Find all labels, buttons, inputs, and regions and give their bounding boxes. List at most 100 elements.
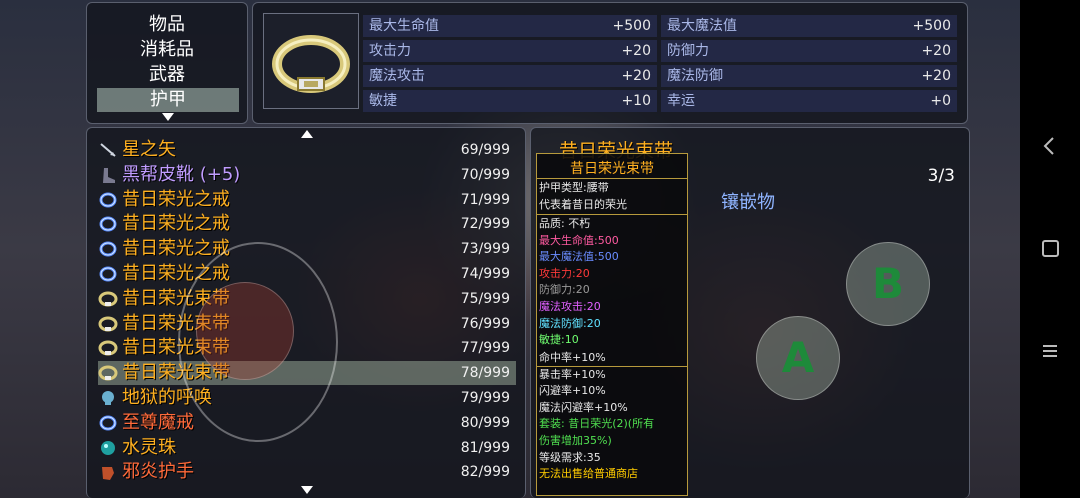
list-scroll-up-icon[interactable]	[301, 130, 313, 138]
item-count: 73/999	[460, 241, 510, 258]
item-count: 76/999	[460, 315, 510, 332]
orb-icon	[98, 439, 118, 457]
ring-icon	[98, 240, 118, 258]
b-button[interactable]: B	[846, 242, 930, 326]
ring-icon	[98, 265, 118, 283]
stat-row: 防御力 +20	[661, 40, 957, 62]
gauntlet-icon	[98, 463, 118, 481]
item-name: 昔日荣光之戒	[122, 213, 230, 235]
a-button-label: A	[781, 333, 815, 382]
tooltip-line: 命中率+10%	[539, 351, 606, 364]
stat-row: 幸运 +0	[661, 90, 957, 112]
stat-row: 最大生命值 +500	[363, 15, 657, 37]
tooltip-line: 套装: 昔日荣光(2)(所有	[539, 417, 655, 431]
stat-value: +500	[912, 18, 951, 34]
item-count: 82/999	[460, 464, 510, 481]
category-3[interactable]: 护甲	[97, 88, 239, 112]
item-name: 昔日荣光之戒	[122, 188, 230, 210]
tooltip-line: 最大魔法值:500	[539, 250, 619, 264]
tooltip-divider	[537, 214, 687, 215]
menu-icon[interactable]	[1042, 344, 1058, 358]
stat-name: 防御力	[667, 43, 709, 59]
category-2[interactable]: 武器	[87, 63, 247, 87]
tooltip-line: 魔法闪避率+10%	[539, 400, 628, 414]
stat-name: 最大生命值	[369, 18, 439, 34]
ring-icon	[98, 215, 118, 233]
belt-icon	[98, 364, 118, 382]
category-0[interactable]: 物品	[87, 13, 247, 37]
tooltip-line: 暴击率+10%	[539, 367, 606, 381]
stat-name: 魔法攻击	[369, 68, 425, 84]
belt-icon	[98, 339, 118, 357]
belt-preview-icon	[272, 35, 350, 93]
item-count: 72/999	[460, 216, 510, 233]
item-preview-frame	[263, 13, 359, 109]
tooltip-line: 防御力:20	[539, 283, 590, 297]
stat-name: 幸运	[667, 93, 695, 109]
tooltip-line: 无法出售给普通商店	[539, 467, 638, 481]
stat-row: 攻击力 +20	[363, 40, 657, 62]
boot-icon	[98, 166, 118, 184]
tooltip-line: 等级需求:35	[539, 450, 601, 464]
ring-icon	[98, 191, 118, 209]
item-count: 71/999	[460, 191, 510, 208]
item-count: 79/999	[460, 390, 510, 406]
stat-value: +20	[621, 68, 651, 84]
item-tooltip: 昔日荣光束带 护甲类型:腰带代表着昔日的荣光 品质: 不朽最大生命值:500 最大…	[536, 153, 688, 496]
belt-icon	[98, 315, 118, 333]
item-count: 77/999	[460, 340, 510, 357]
stat-row: 魔法防御 +20	[661, 65, 957, 87]
joystick-knob[interactable]	[196, 282, 294, 380]
tooltip-line: 魔法攻击:20	[539, 300, 601, 313]
item-row[interactable]: 昔日荣光之戒 72/999	[98, 212, 516, 236]
tooltip-line: 护甲类型:腰带	[539, 181, 609, 194]
home-icon[interactable]	[1042, 240, 1059, 257]
system-nav-bar	[1020, 0, 1080, 498]
tooltip-line: 敏捷:10	[539, 333, 579, 347]
category-1[interactable]: 消耗品	[87, 38, 247, 62]
stat-value: +10	[621, 93, 651, 109]
belt-icon	[98, 290, 118, 308]
item-count: 75/999	[460, 290, 510, 307]
item-name: 至尊魔戒	[122, 411, 194, 433]
item-count: 80/999	[460, 414, 510, 431]
item-name: 水灵珠	[122, 436, 176, 458]
item-row[interactable]: 昔日荣光之戒 73/999	[98, 237, 516, 261]
item-row[interactable]: 星之矢 69/999	[98, 138, 516, 162]
stat-value: +500	[612, 18, 651, 34]
tooltip-line: 魔法防御:20	[539, 316, 601, 330]
tooltip-line: 代表着昔日的荣光	[539, 197, 627, 211]
category-scroll-down-icon[interactable]	[162, 113, 174, 121]
stat-name: 最大魔法值	[667, 18, 737, 34]
category-panel: 物品 消耗品 武器 护甲	[86, 2, 248, 124]
arrow-icon	[98, 141, 118, 159]
item-count: 70/999	[460, 166, 510, 183]
tooltip-line: 闪避率+10%	[539, 384, 606, 398]
stat-name: 敏捷	[369, 93, 397, 109]
a-button[interactable]: A	[756, 316, 840, 400]
tooltip-title: 昔日荣光束带	[570, 161, 654, 177]
stats-panel: 最大生命值 +500 最大魔法值 +500 攻击力 +20 防御力 +20 魔法攻击 +20 魔法防…	[252, 2, 968, 124]
item-row[interactable]: 邪炎护手 82/999	[98, 460, 516, 484]
tooltip-divider	[537, 178, 687, 179]
stat-row: 最大魔法值 +500	[661, 15, 957, 37]
item-count: 81/999	[460, 439, 510, 456]
tooltip-line: 最大生命值:500	[539, 233, 619, 247]
item-row[interactable]: 水灵珠 81/999	[98, 436, 516, 460]
stat-value: +20	[621, 43, 651, 59]
stat-row: 魔法攻击 +20	[363, 65, 657, 87]
item-count: 74/999	[460, 266, 510, 282]
list-scroll-down-icon[interactable]	[301, 486, 313, 494]
tooltip-line: 品质: 不朽	[539, 217, 591, 230]
b-button-label: B	[871, 259, 904, 308]
tooltip-line: 攻击力:20	[539, 266, 590, 280]
skull-icon	[98, 389, 118, 407]
item-row[interactable]: 黑帮皮靴 (+5) 70/999	[98, 163, 516, 187]
item-row[interactable]: 昔日荣光之戒 71/999	[98, 188, 516, 212]
tooltip-line: 伤害增加35%)	[539, 434, 612, 447]
stat-value: +20	[921, 68, 951, 84]
item-name: 邪炎护手	[122, 461, 194, 483]
back-icon[interactable]	[1042, 136, 1058, 156]
stat-value: +0	[930, 93, 951, 109]
ring-icon	[98, 414, 118, 432]
